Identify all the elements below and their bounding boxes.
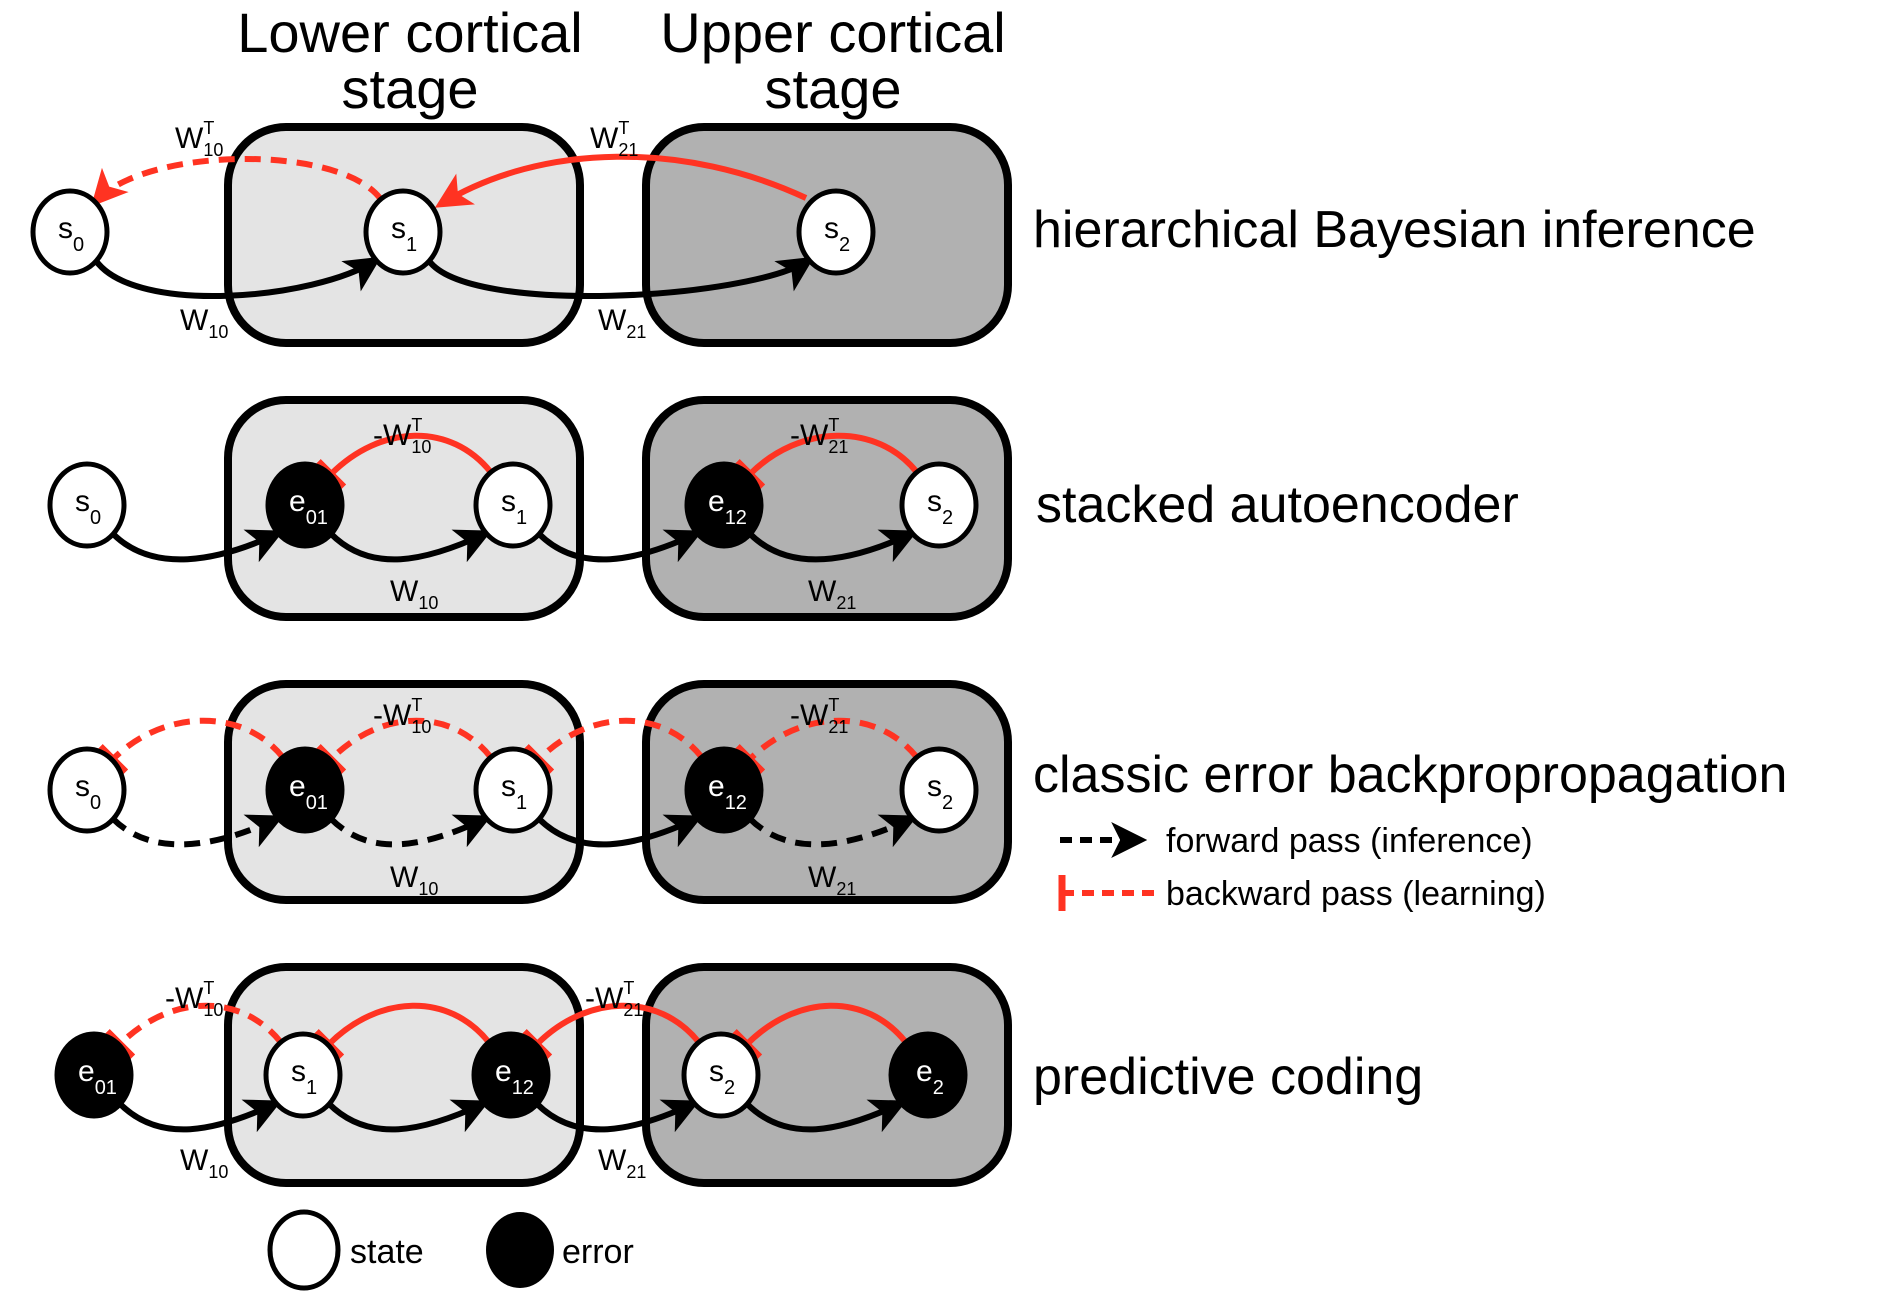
error-legend-node	[486, 1212, 554, 1288]
upper-stage-header-line2: stage	[765, 57, 902, 120]
lower-stage-header-line1: Lower cortical	[237, 1, 582, 64]
cortical-hierarchy-diagram: Lower cortical stage Upper cortical stag…	[30, 1, 1787, 1291]
row-label-predictive-coding: predictive coding	[1033, 1048, 1423, 1106]
row-label-backprop: classic error backpropropagation	[1033, 746, 1787, 804]
column-headers: Lower cortical stage Upper cortical stag…	[237, 1, 1005, 120]
backward-weight-label-21: -WT 21	[585, 978, 643, 1020]
forward-pass-legend-text: forward pass (inference)	[1166, 822, 1533, 860]
forward-weight-label-10: W10	[180, 304, 228, 342]
node-legend: state error	[267, 1209, 634, 1291]
backward-weight-label-10: WT 10	[175, 118, 223, 160]
forward-weight-label-21: W21	[598, 304, 646, 342]
state-legend-node	[267, 1209, 341, 1291]
forward-weight-label-10: W10	[180, 1144, 228, 1182]
pass-legend: forward pass (inference) backward pass (…	[1058, 822, 1546, 913]
forward-weight-label-21: W21	[598, 1144, 646, 1182]
backward-weight-label-21: WT 21	[590, 118, 638, 160]
backward-weight-label-10: -WT 10	[165, 978, 223, 1020]
backward-pass-legend-text: backward pass (learning)	[1166, 875, 1546, 913]
upper-stage-header-line1: Upper cortical	[660, 1, 1005, 64]
lower-stage-header-line2: stage	[342, 57, 479, 120]
row-labels: hierarchical Bayesian inference stacked …	[1033, 201, 1787, 1106]
error-legend-text: error	[562, 1233, 634, 1271]
state-legend-text: state	[350, 1233, 424, 1271]
row-label-stacked-autoencoder: stacked autoencoder	[1036, 476, 1519, 534]
row-label-hierarchical-bayesian: hierarchical Bayesian inference	[1033, 201, 1756, 259]
